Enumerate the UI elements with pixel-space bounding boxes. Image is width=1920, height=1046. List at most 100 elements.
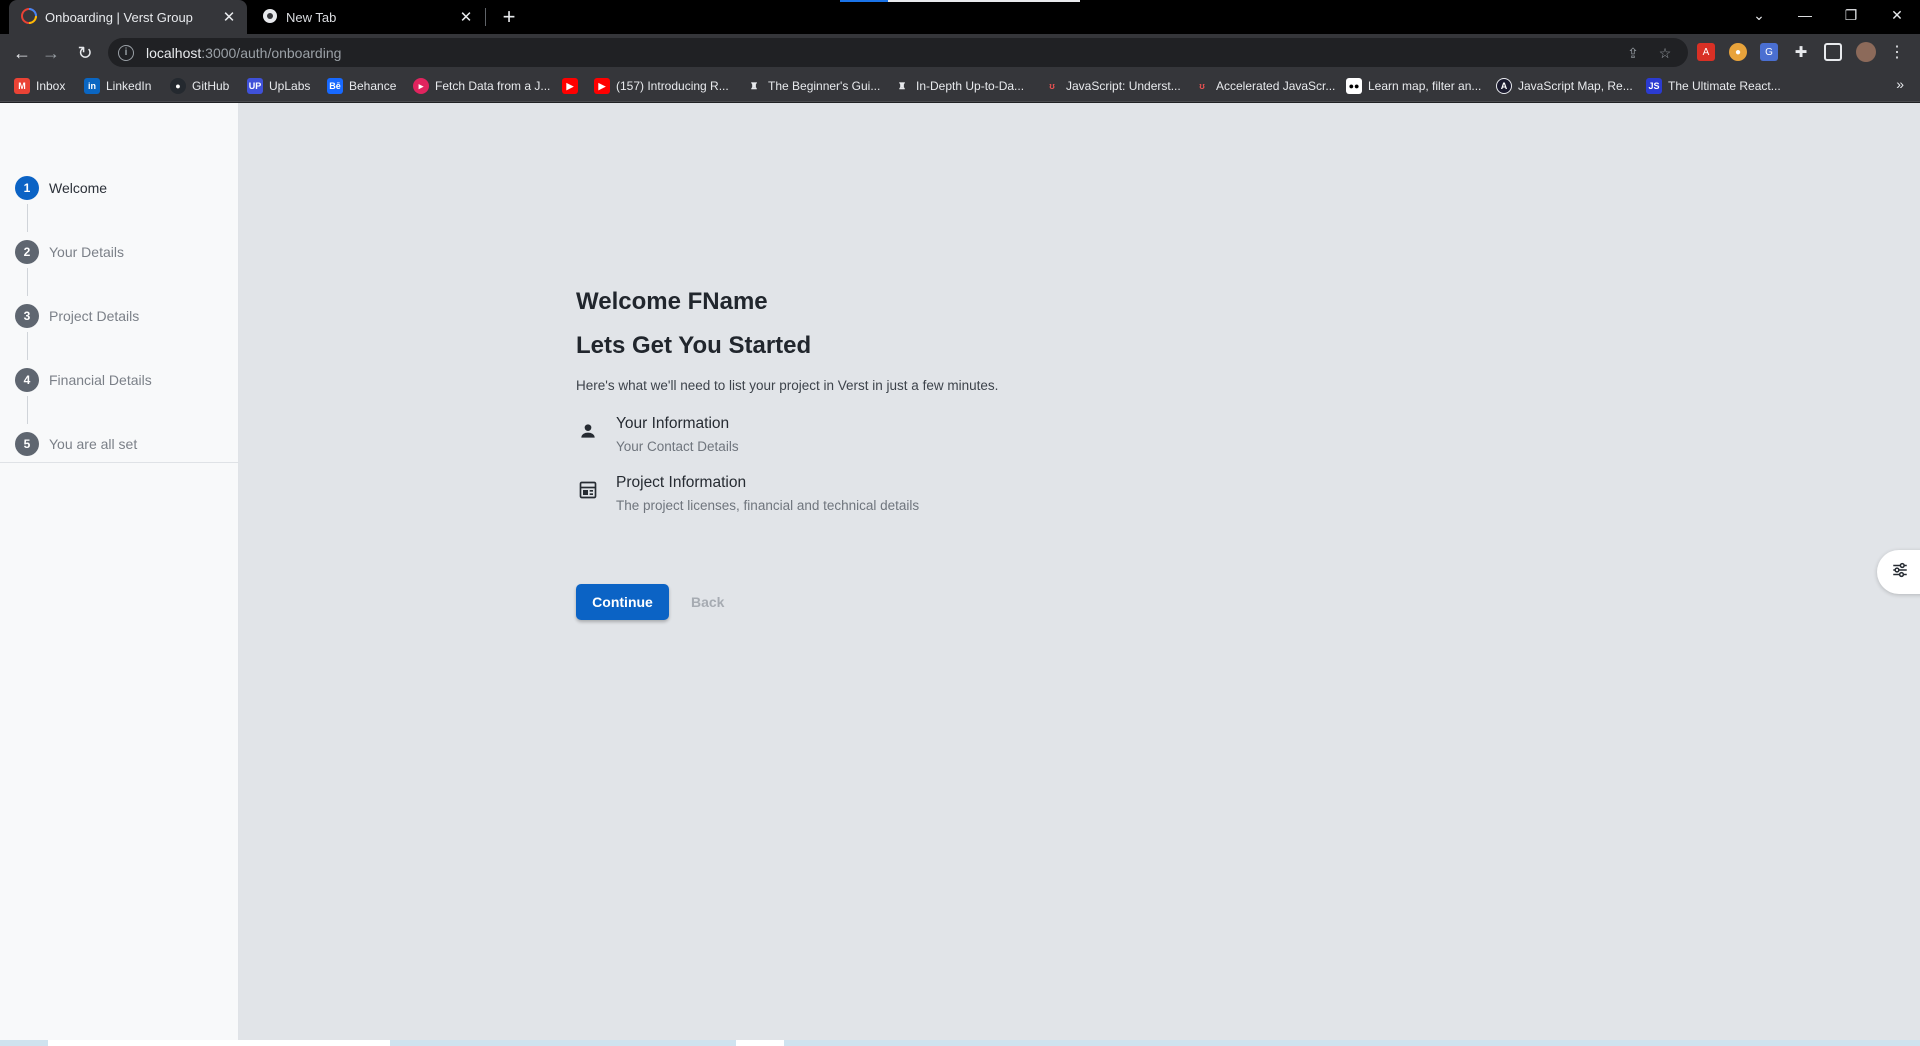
step-connector xyxy=(27,396,28,424)
step-project-details[interactable]: 3 Project Details xyxy=(15,304,139,328)
item-title: Your Information xyxy=(616,415,730,432)
step-label: Project Details xyxy=(49,308,140,324)
bookmark-introducing-r[interactable]: ▶ (157) Introducing R... xyxy=(594,76,729,96)
bookmark-ultimate-react[interactable]: JS The Ultimate React... xyxy=(1646,76,1781,96)
browser-toolbar: ← → ↻ i localhost:3000/auth/onboarding ⇪… xyxy=(0,34,1920,70)
step-financial-details[interactable]: 4 Financial Details xyxy=(15,368,152,392)
action-bar: Continue Back xyxy=(576,584,724,620)
sliders-icon xyxy=(1891,561,1909,584)
step-number: 4 xyxy=(15,368,39,392)
bookmark-github[interactable]: ● GitHub xyxy=(170,76,229,96)
chrome-favicon-icon xyxy=(262,8,278,27)
tab-onboarding[interactable]: Onboarding | Verst Group ✕ xyxy=(9,0,247,34)
bookmark-behance[interactable]: Bē Behance xyxy=(327,76,396,96)
new-tab-plus-icon[interactable]: + xyxy=(496,4,522,30)
dashboard-icon xyxy=(576,478,600,502)
share-icon[interactable]: ⇪ xyxy=(1624,44,1642,62)
tab-title: New Tab xyxy=(286,9,337,25)
site-info-icon[interactable]: i xyxy=(118,44,134,61)
medium-icon: ●● xyxy=(1346,78,1362,94)
minimize-icon[interactable]: — xyxy=(1782,0,1828,30)
loading-indicator xyxy=(840,0,1080,2)
bookmark-accelerated-js[interactable]: ʊ Accelerated JavaScr... xyxy=(1194,76,1335,96)
address-bar[interactable]: i localhost:3000/auth/onboarding ⇪ ☆ xyxy=(108,38,1688,67)
close-tab-icon[interactable]: ✕ xyxy=(217,5,241,29)
github-icon: ● xyxy=(170,78,186,94)
bookmark-icon: ▸ xyxy=(413,78,429,94)
sidebar-divider xyxy=(0,462,239,463)
settings-drawer-button[interactable] xyxy=(1877,550,1920,594)
bookmark-js-understanding[interactable]: ʊ JavaScript: Underst... xyxy=(1044,76,1181,96)
bookmark-beginners-guide[interactable]: ♜ The Beginner's Gui... xyxy=(746,76,880,96)
step-connector xyxy=(27,204,28,232)
intro-text: Here's what we'll need to list your proj… xyxy=(576,378,999,393)
bookmark-linkedin[interactable]: in LinkedIn xyxy=(84,76,151,96)
tab-title: Onboarding | Verst Group xyxy=(45,9,193,25)
bookmark-youtube[interactable]: ▶ xyxy=(562,76,584,96)
step-connector xyxy=(27,268,28,296)
step-welcome[interactable]: 1 Welcome xyxy=(15,176,107,200)
udemy-icon: ʊ xyxy=(1049,81,1055,91)
bookmark-inbox[interactable]: M Inbox xyxy=(14,76,65,96)
behance-icon: Bē xyxy=(327,78,343,94)
info-item-your-information: Your Information Your Contact Details xyxy=(576,415,1276,454)
url-text: localhost:3000/auth/onboarding xyxy=(146,44,342,61)
bookmark-in-depth[interactable]: ♜ In-Depth Up-to-Da... xyxy=(894,76,1024,96)
step-number: 3 xyxy=(15,304,39,328)
step-number: 5 xyxy=(15,432,39,456)
item-title: Project Information xyxy=(616,474,747,491)
menu-kebab-icon[interactable]: ⋮ xyxy=(1888,43,1906,61)
person-icon xyxy=(576,419,600,443)
bookmark-star-icon[interactable]: ☆ xyxy=(1656,44,1674,62)
close-window-icon[interactable]: ✕ xyxy=(1874,0,1920,30)
step-connector xyxy=(27,332,28,360)
bottom-scroll-strip xyxy=(0,1040,1920,1046)
youtube-icon: ▶ xyxy=(594,78,610,94)
bookmark-js-map[interactable]: A JavaScript Map, Re... xyxy=(1496,76,1633,96)
page-title: Welcome FName xyxy=(576,288,768,315)
bookmark-icon: ♜ xyxy=(897,80,907,91)
tab-new-tab[interactable]: New Tab ✕ xyxy=(252,0,484,34)
close-tab-icon[interactable]: ✕ xyxy=(454,5,478,29)
step-your-details[interactable]: 2 Your Details xyxy=(15,240,124,264)
restore-icon[interactable]: ❐ xyxy=(1828,0,1874,30)
cookie-extension-icon[interactable]: ● xyxy=(1729,43,1747,61)
item-subtitle: The project licenses, financial and tech… xyxy=(616,498,920,513)
bookmark-uplabs[interactable]: UP UpLabs xyxy=(247,76,310,96)
linkedin-icon: in xyxy=(84,78,100,94)
back-arrow-icon[interactable]: ← xyxy=(9,40,35,66)
item-subtitle: Your Contact Details xyxy=(616,439,739,454)
gmail-icon: M xyxy=(14,78,30,94)
side-panel-icon[interactable] xyxy=(1824,43,1842,61)
more-bookmarks-icon[interactable]: » xyxy=(1896,76,1904,92)
onboarding-page: 1 Welcome 2 Your Details 3 Project Detai… xyxy=(0,103,1920,1046)
page-subtitle: Lets Get You Started xyxy=(576,332,812,359)
step-number: 1 xyxy=(15,176,39,200)
bookmark-learn-map[interactable]: ●● Learn map, filter an... xyxy=(1346,76,1481,96)
extensions-puzzle-icon[interactable]: ✚ xyxy=(1792,43,1810,61)
scroll-segment xyxy=(48,1040,390,1046)
pdf-extension-icon[interactable]: A xyxy=(1697,43,1715,61)
step-all-set[interactable]: 5 You are all set xyxy=(15,432,137,456)
reload-icon[interactable]: ↻ xyxy=(72,40,98,66)
tab-separator xyxy=(485,8,486,26)
js-icon: JS xyxy=(1646,78,1662,94)
tab-strip: Onboarding | Verst Group ✕ New Tab ✕ + ⌄… xyxy=(0,0,1920,34)
uplabs-icon: UP xyxy=(247,78,263,94)
continue-button[interactable]: Continue xyxy=(576,584,669,620)
translate-extension-icon[interactable]: G xyxy=(1760,43,1778,61)
step-label: You are all set xyxy=(49,436,138,452)
tab-search-chevron-icon[interactable]: ⌄ xyxy=(1736,0,1782,30)
scroll-segment xyxy=(736,1040,784,1046)
bookmark-fetch-data[interactable]: ▸ Fetch Data from a J... xyxy=(413,76,550,96)
welcome-content: Welcome FName Lets Get You Started Here'… xyxy=(576,288,1276,513)
bookmark-icon: A xyxy=(1496,78,1512,94)
step-label: Your Details xyxy=(49,244,124,260)
verst-favicon-icon xyxy=(21,7,37,27)
bookmark-icon: ♜ xyxy=(749,80,759,91)
back-button[interactable]: Back xyxy=(691,594,724,610)
step-number: 2 xyxy=(15,240,39,264)
profile-avatar[interactable] xyxy=(1856,42,1876,62)
forward-arrow-icon[interactable]: → xyxy=(38,40,64,66)
step-label: Financial Details xyxy=(49,372,152,388)
